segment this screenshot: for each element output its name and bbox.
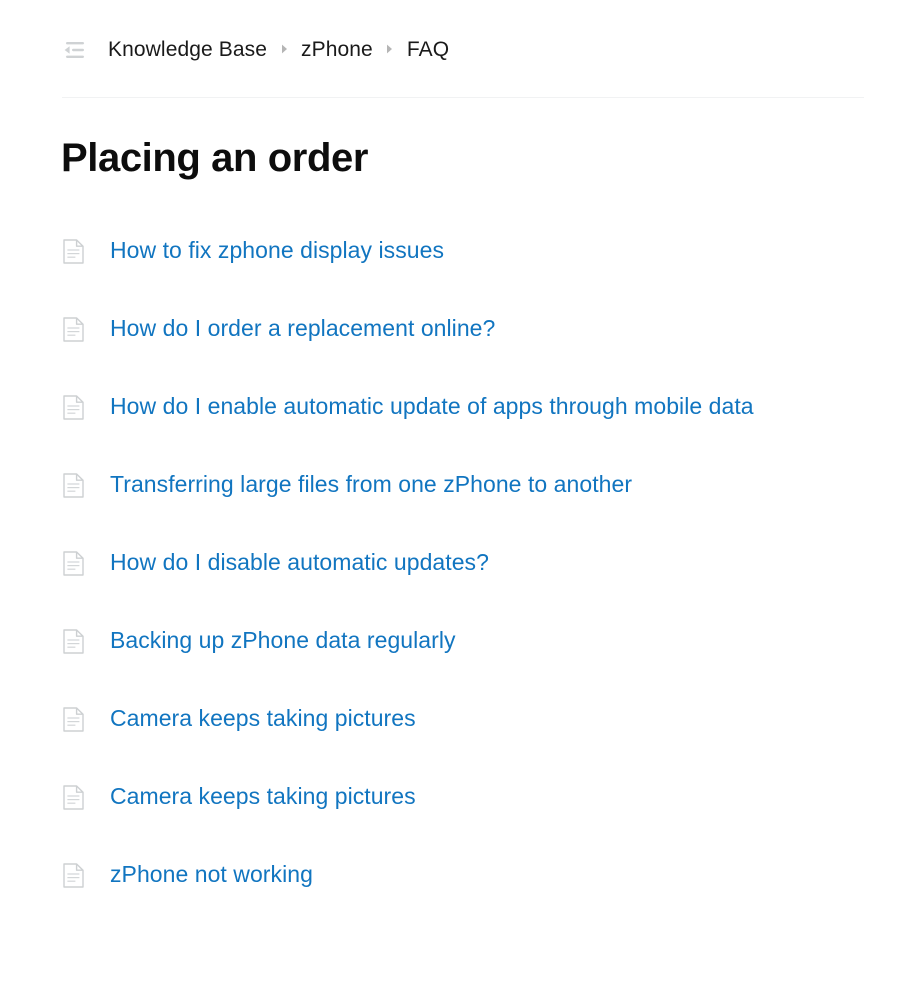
article-link[interactable]: Camera keeps taking pictures (110, 705, 416, 733)
article-link[interactable]: How to fix zphone display issues (110, 237, 444, 265)
list-item[interactable]: Backing up zPhone data regularly (62, 626, 882, 656)
document-icon (62, 394, 84, 420)
chevron-right-icon (385, 42, 395, 56)
article-list: How to fix zphone display issues How do … (62, 236, 882, 890)
document-icon (62, 316, 84, 342)
chevron-right-icon (279, 42, 289, 56)
breadcrumb-item-zphone[interactable]: zPhone (301, 39, 373, 60)
document-icon (62, 550, 84, 576)
article-link[interactable]: Backing up zPhone data regularly (110, 627, 456, 655)
collapse-sidebar-icon[interactable] (62, 39, 88, 61)
list-item[interactable]: How do I enable automatic update of apps… (62, 392, 882, 422)
document-icon (62, 706, 84, 732)
breadcrumb-item-knowledge-base[interactable]: Knowledge Base (108, 39, 267, 60)
article-link[interactable]: zPhone not working (110, 861, 313, 889)
list-item[interactable]: Camera keeps taking pictures (62, 782, 882, 812)
article-link[interactable]: How do I enable automatic update of apps… (110, 393, 754, 421)
list-item[interactable]: zPhone not working (62, 860, 882, 890)
header-divider (62, 97, 864, 98)
list-item[interactable]: How to fix zphone display issues (62, 236, 882, 266)
page-title: Placing an order (61, 136, 369, 180)
document-icon (62, 472, 84, 498)
list-item[interactable]: Transferring large files from one zPhone… (62, 470, 882, 500)
document-icon (62, 862, 84, 888)
breadcrumb-bar: Knowledge Base zPhone FAQ (0, 0, 914, 98)
article-link[interactable]: How do I disable automatic updates? (110, 549, 489, 577)
article-link[interactable]: Camera keeps taking pictures (110, 783, 416, 811)
knowledge-base-page: Knowledge Base zPhone FAQ Placing an ord… (0, 0, 914, 983)
list-item[interactable]: How do I disable automatic updates? (62, 548, 882, 578)
list-item[interactable]: Camera keeps taking pictures (62, 704, 882, 734)
document-icon (62, 238, 84, 264)
list-item[interactable]: How do I order a replacement online? (62, 314, 882, 344)
document-icon (62, 628, 84, 654)
breadcrumb: Knowledge Base zPhone FAQ (108, 39, 449, 60)
article-link[interactable]: How do I order a replacement online? (110, 315, 495, 343)
breadcrumb-item-faq[interactable]: FAQ (407, 39, 449, 60)
article-link[interactable]: Transferring large files from one zPhone… (110, 471, 632, 499)
document-icon (62, 784, 84, 810)
